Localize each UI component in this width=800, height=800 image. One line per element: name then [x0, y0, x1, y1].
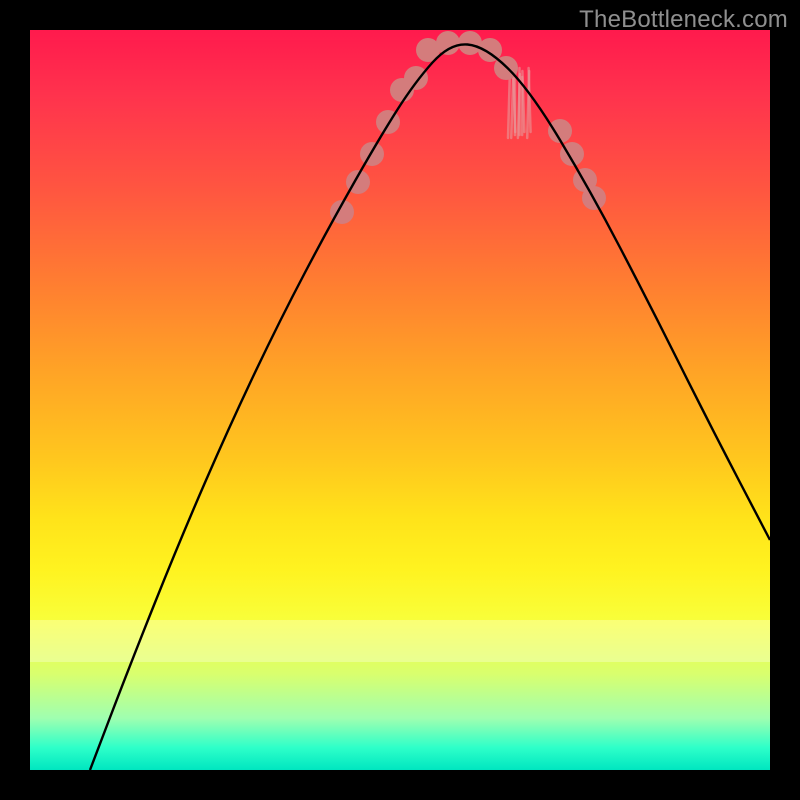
- data-point: [376, 110, 400, 134]
- data-point: [404, 66, 428, 90]
- plot-area: [30, 30, 770, 770]
- curve-layer: [30, 30, 770, 770]
- chart-frame: TheBottleneck.com: [0, 0, 800, 800]
- data-point: [360, 142, 384, 166]
- watermark-text: TheBottleneck.com: [579, 6, 788, 34]
- data-point: [436, 31, 460, 55]
- data-markers: [330, 31, 606, 224]
- bottleneck-curve: [90, 44, 770, 770]
